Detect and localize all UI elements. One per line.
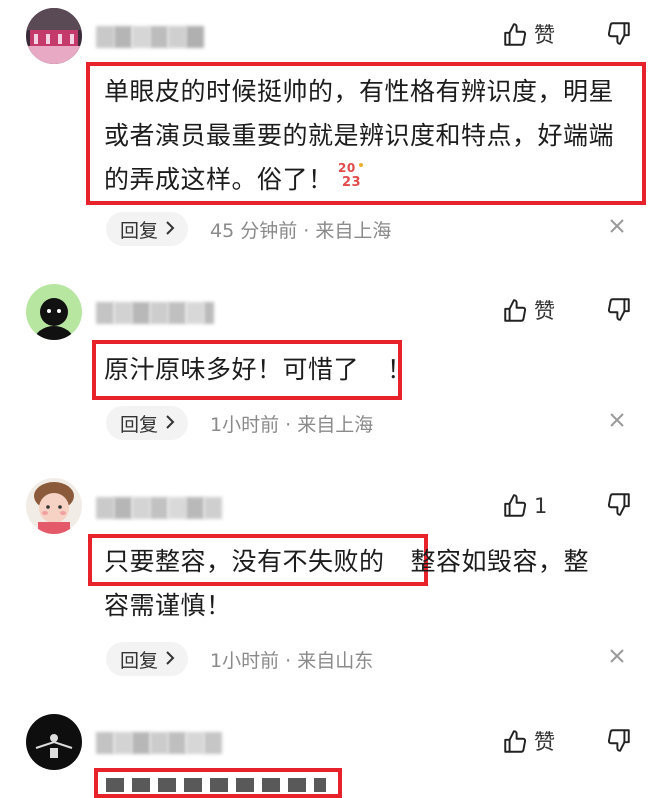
svg-text:23: 23 (342, 175, 361, 189)
username-blurred[interactable] (96, 302, 214, 324)
comment-meta-row: 回复 1小时前 · 来自上海 (106, 406, 640, 440)
username-blurred[interactable] (96, 732, 222, 754)
username-blurred[interactable] (96, 497, 222, 519)
thumbs-up-icon (502, 22, 528, 48)
close-icon[interactable] (608, 411, 626, 433)
like-button[interactable]: 1 (502, 491, 547, 521)
comment-text: 原汁原味多好！可惜了！ (104, 355, 413, 384)
timestamp-location: 1小时前 · 来自上海 (210, 413, 374, 436)
thumbs-down-icon[interactable] (606, 296, 632, 326)
like-button[interactable]: 赞 (502, 20, 555, 50)
like-count: 1 (534, 494, 548, 518)
chevron-right-icon (164, 218, 176, 240)
close-icon[interactable] (608, 647, 626, 669)
timestamp-location: 45 分钟前 · 来自上海 (210, 219, 392, 242)
comment-text-cutoff (106, 778, 326, 792)
thumbs-up-icon (502, 298, 528, 324)
avatar[interactable] (26, 284, 82, 340)
avatar[interactable] (26, 714, 82, 770)
timestamp-location: 1小时前 · 来自山东 (210, 649, 374, 672)
svg-text:20: 20 (338, 161, 356, 175)
thumbs-down-icon[interactable] (606, 491, 632, 521)
new-year-2023-icon: 20 23 (336, 159, 366, 203)
reply-button[interactable]: 回复 (106, 642, 189, 676)
reply-button[interactable]: 回复 (106, 212, 189, 246)
chevron-right-icon (164, 648, 176, 670)
comment-meta-row: 回复 1小时前 · 来自山东 (106, 642, 640, 676)
username-blurred[interactable] (96, 26, 204, 48)
chevron-right-icon (164, 412, 176, 434)
thumbs-down-icon[interactable] (606, 20, 632, 50)
thumbs-up-icon (502, 493, 528, 519)
avatar[interactable] (26, 478, 82, 534)
reply-label: 回复 (120, 219, 159, 242)
like-label: 赞 (534, 23, 555, 47)
close-icon[interactable] (608, 217, 626, 239)
like-button[interactable]: 赞 (502, 727, 555, 757)
reply-label: 回复 (120, 649, 159, 672)
like-label: 赞 (534, 299, 555, 323)
reply-button[interactable]: 回复 (106, 406, 189, 440)
thumbs-up-icon (502, 729, 528, 755)
like-button[interactable]: 赞 (502, 296, 555, 326)
thumbs-down-icon[interactable] (606, 727, 632, 757)
comment-meta-row: 回复 45 分钟前 · 来自上海 (106, 212, 640, 246)
like-label: 赞 (534, 730, 555, 754)
reply-label: 回复 (120, 413, 159, 436)
comment-text: 只要整容，没有不失败的 整容如毁容，整 容需谨慎！ (104, 547, 590, 620)
comment-text: 单眼皮的时候挺帅的，有性格有辨识度，明星或者演员最重要的就是辨识度和特点，好端端… (104, 70, 638, 203)
avatar[interactable] (26, 8, 82, 64)
